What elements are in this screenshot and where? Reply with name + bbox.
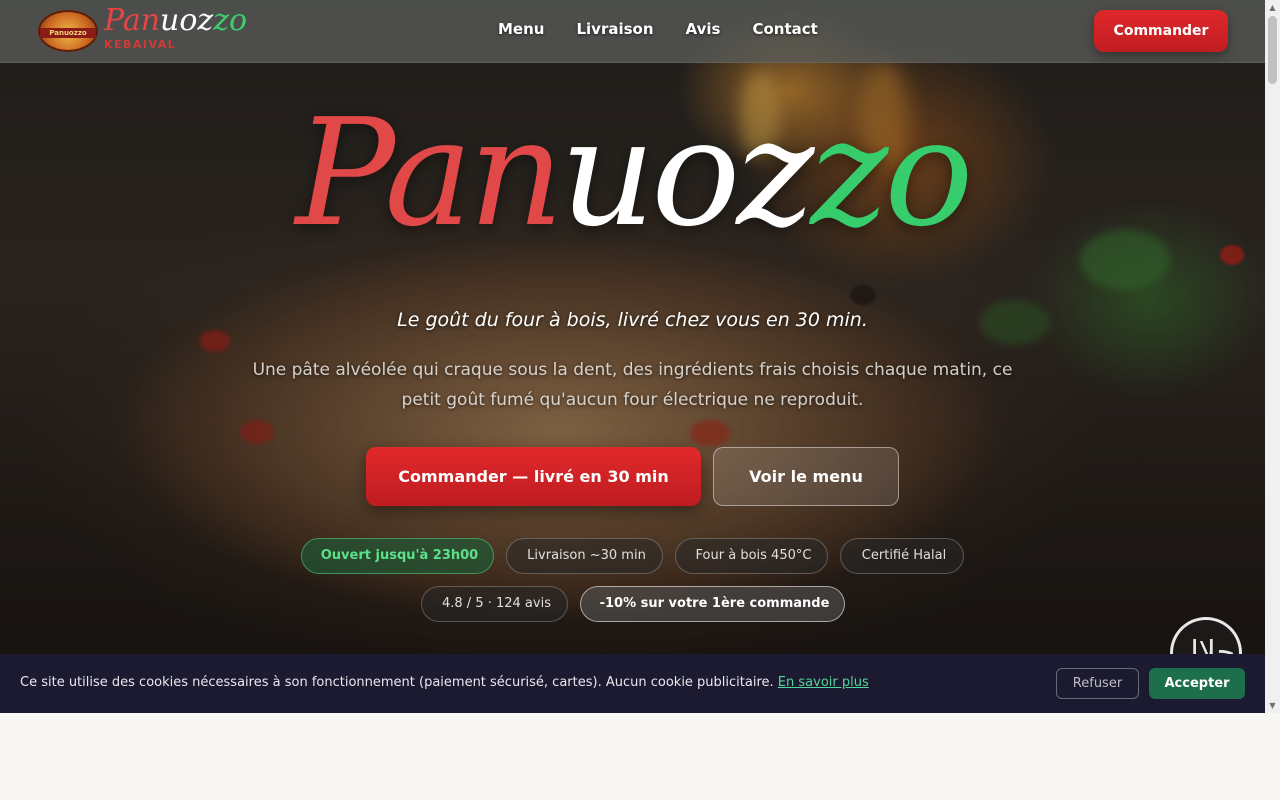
page-scrollbar[interactable]: ▲ ▼ [1265,0,1280,713]
badge-open-hours: Ouvert jusqu'à 23h00 [301,538,494,574]
badge-wood-oven-text: Four à bois 450°C [695,548,812,563]
nav-link-menu[interactable]: Menu [498,20,544,38]
logo-part-red: Pan [104,3,161,38]
view-menu-button[interactable]: Voir le menu [713,447,899,506]
badge-delivery-time-text: Livraison ~30 min [527,548,646,563]
logo-subtitle: KEBAIVAL [104,38,177,51]
badge-halal: Certifié Halal [840,538,964,574]
badge-discount-text: -10% sur votre 1ère commande [599,596,830,611]
badge-rating: 4.8 / 5 · 124 avis [421,586,568,622]
nav-link-avis[interactable]: Avis [686,20,721,38]
logo-part-white: uoz [160,3,214,38]
badge-halal-text: Certifié Halal [861,548,947,563]
hero-brand-title: Panuozzo [0,88,1265,258]
top-nav: Panuozzo Panuozzo KEBAIVAL Menu Livraiso… [0,0,1265,63]
order-delivery-button[interactable]: Commander — livré en 30 min [366,447,701,506]
scrollbar-thumb[interactable] [1268,16,1277,84]
cookie-refuse-button[interactable]: Refuser [1056,668,1139,699]
badge-first-order-discount[interactable]: -10% sur votre 1ère commande [580,586,845,622]
cookie-banner: Ce site utilise des cookies nécessaires … [0,654,1265,713]
hero-tagline: Le goût du four à bois, livré chez vous … [397,309,868,331]
badge-open-hours-text: Ouvert jusqu'à 23h00 [320,548,479,563]
badge-rating-text: 4.8 / 5 · 124 avis [442,596,551,611]
hero-description: Une pâte alvéolée qui craque sous la den… [252,360,1013,410]
scroll-down-arrow-icon[interactable]: ▼ [1265,698,1280,713]
logo-badge-icon: Panuozzo [38,10,98,52]
nav-link-contact[interactable]: Contact [752,20,817,38]
logo-part-green: zo [213,3,248,38]
brand-part-green: zo [810,87,973,259]
logo-wordmark: Panuozzo [104,4,247,38]
logo-badge-text: Panuozzo [40,28,96,38]
badge-wood-oven: Four à bois 450°C [675,538,828,574]
nav-order-button[interactable]: Commander [1094,10,1228,52]
badge-delivery-time: Livraison ~30 min [506,538,663,574]
cookie-message: Ce site utilise des cookies nécessaires … [20,675,869,690]
nav-link-livraison[interactable]: Livraison [576,20,653,38]
cookie-accept-button[interactable]: Accepter [1149,668,1245,699]
cookie-message-text: Ce site utilise des cookies nécessaires … [20,675,774,690]
scroll-up-arrow-icon[interactable]: ▲ [1265,0,1280,15]
nav-links: Menu Livraison Avis Contact [498,20,818,38]
brand-part-white: uoz [560,87,814,259]
brand-part-red: Pan [295,87,564,259]
cookie-learn-more-link[interactable]: En savoir plus [778,675,869,690]
